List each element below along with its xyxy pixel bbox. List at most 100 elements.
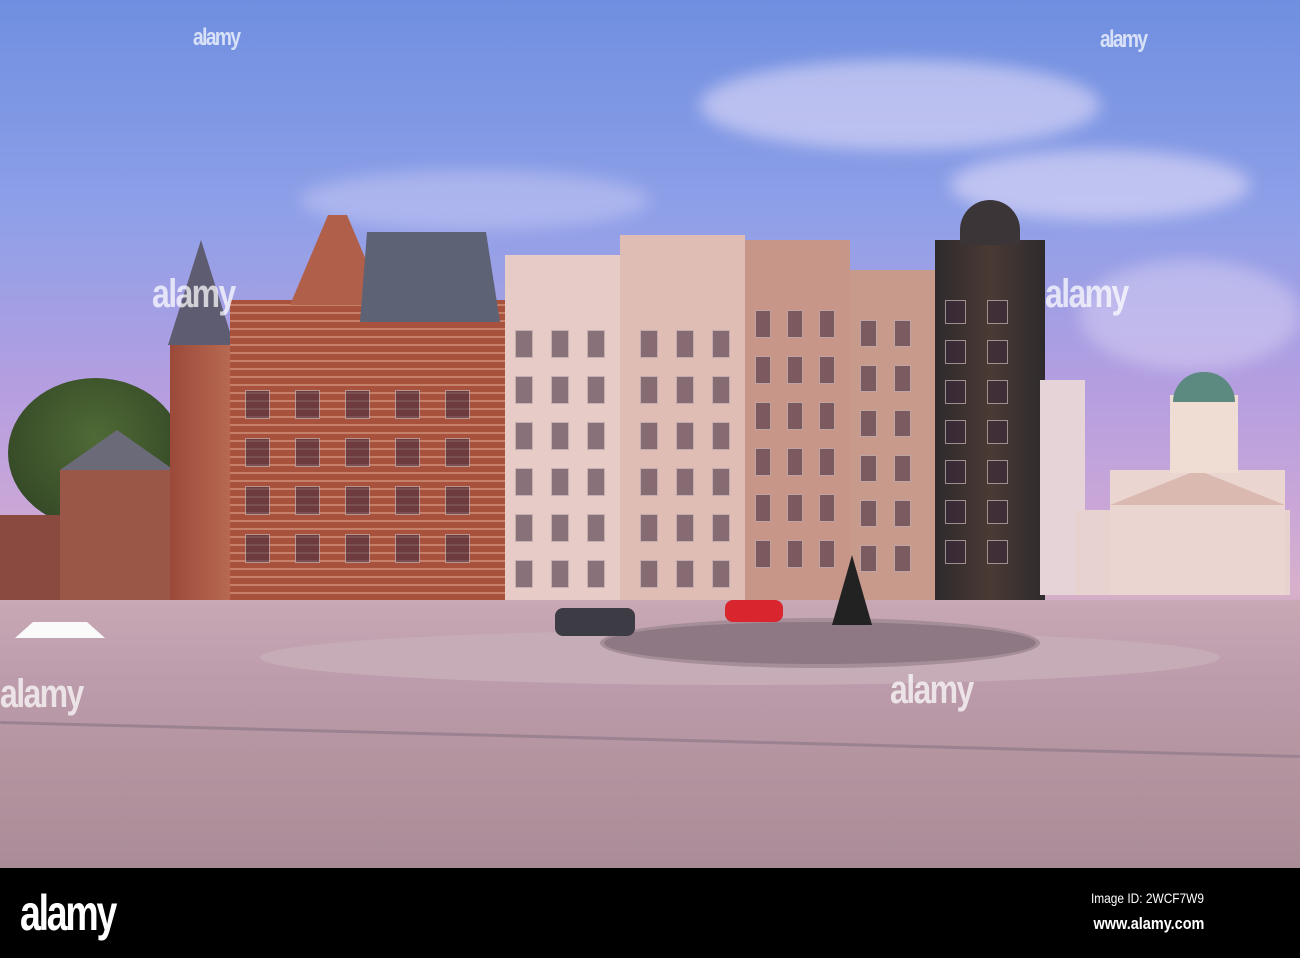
window xyxy=(894,455,911,482)
window xyxy=(295,486,320,515)
window xyxy=(894,410,911,437)
window xyxy=(987,340,1008,364)
window xyxy=(445,486,470,515)
watermark: alamy xyxy=(890,668,974,712)
cloud xyxy=(300,170,650,230)
window xyxy=(987,500,1008,524)
window xyxy=(787,356,803,384)
window xyxy=(676,422,694,450)
window xyxy=(551,330,569,358)
window xyxy=(755,448,771,476)
window xyxy=(945,300,966,324)
window xyxy=(515,330,533,358)
window xyxy=(894,320,911,347)
window xyxy=(551,376,569,404)
watermark: alamy xyxy=(1045,272,1129,316)
window xyxy=(551,514,569,542)
window xyxy=(395,390,420,419)
window xyxy=(551,560,569,588)
window xyxy=(445,390,470,419)
window xyxy=(945,540,966,564)
window xyxy=(987,420,1008,444)
window xyxy=(860,455,877,482)
building-brick-guildhouse xyxy=(230,300,505,640)
window xyxy=(860,365,877,392)
fountain-basin xyxy=(600,618,1040,668)
window xyxy=(755,310,771,338)
window xyxy=(987,300,1008,324)
church-bell-tower xyxy=(1170,395,1238,473)
window xyxy=(755,494,771,522)
window xyxy=(819,540,835,568)
window xyxy=(787,402,803,430)
window xyxy=(712,468,730,496)
window xyxy=(587,330,605,358)
window xyxy=(445,438,470,467)
window xyxy=(712,560,730,588)
window xyxy=(515,422,533,450)
window xyxy=(894,545,911,572)
window xyxy=(945,380,966,404)
window xyxy=(587,422,605,450)
window xyxy=(640,514,658,542)
window xyxy=(987,460,1008,484)
window xyxy=(295,390,320,419)
window xyxy=(640,422,658,450)
window xyxy=(787,494,803,522)
window xyxy=(712,376,730,404)
window xyxy=(860,545,877,572)
window xyxy=(987,540,1008,564)
car-red xyxy=(725,600,783,622)
window xyxy=(245,486,270,515)
church-dome xyxy=(1173,372,1235,402)
window xyxy=(345,486,370,515)
window xyxy=(515,560,533,588)
window xyxy=(515,514,533,542)
window xyxy=(712,514,730,542)
window xyxy=(676,560,694,588)
window xyxy=(295,438,320,467)
window xyxy=(640,468,658,496)
window xyxy=(515,376,533,404)
watermark: alamy xyxy=(193,24,241,51)
window xyxy=(245,438,270,467)
window xyxy=(345,438,370,467)
window xyxy=(676,468,694,496)
window xyxy=(245,534,270,563)
photo-brussels-mont-des-arts: alamy alamy alamy alamy alamy alamy xyxy=(0,0,1300,868)
window xyxy=(445,534,470,563)
window xyxy=(860,410,877,437)
window xyxy=(245,390,270,419)
watermark: alamy xyxy=(1100,26,1148,53)
window xyxy=(640,560,658,588)
window xyxy=(295,534,320,563)
window xyxy=(345,534,370,563)
window xyxy=(819,402,835,430)
window xyxy=(712,422,730,450)
window xyxy=(945,420,966,444)
window xyxy=(819,448,835,476)
window xyxy=(787,310,803,338)
window xyxy=(945,340,966,364)
watermark: alamy xyxy=(0,672,84,716)
window xyxy=(819,310,835,338)
window xyxy=(551,468,569,496)
alamy-logo: alamy xyxy=(20,885,117,941)
window xyxy=(395,534,420,563)
window xyxy=(676,330,694,358)
roof-slate xyxy=(360,232,500,322)
alamy-url[interactable]: www.alamy.com xyxy=(1093,914,1204,934)
window xyxy=(587,514,605,542)
window xyxy=(395,438,420,467)
window xyxy=(676,514,694,542)
window xyxy=(587,468,605,496)
window xyxy=(587,376,605,404)
window xyxy=(755,356,771,384)
window xyxy=(945,500,966,524)
window xyxy=(640,330,658,358)
window xyxy=(787,448,803,476)
window xyxy=(894,365,911,392)
footer-bar: alamy Image ID: 2WCF7W9 www.alamy.com xyxy=(0,868,1300,958)
image-id: Image ID: 2WCF7W9 xyxy=(1090,890,1204,906)
window xyxy=(345,390,370,419)
